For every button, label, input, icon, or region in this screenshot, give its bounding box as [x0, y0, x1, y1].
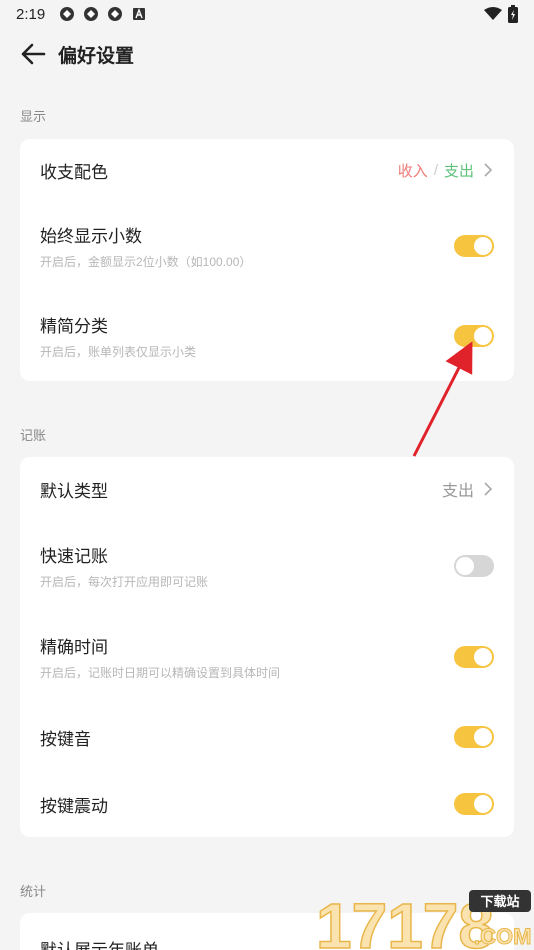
watermark-badge: 下载站: [480, 894, 519, 910]
key-sound-toggle[interactable]: [454, 726, 494, 748]
toggle-knob: [456, 557, 474, 575]
page-title: 偏好设置: [58, 45, 135, 67]
quick-bookkeeping-row: 快速记账 开启后，每次打开应用即可记账: [20, 521, 514, 611]
simple-category-label: 精简分类: [40, 317, 108, 336]
quick-bookkeeping-toggle[interactable]: [454, 555, 494, 577]
precise-time-toggle[interactable]: [454, 646, 494, 668]
precise-time-description: 开启后，记账时日期可以精确设置到具体时间: [40, 666, 281, 680]
arrow-left-icon: [21, 43, 46, 65]
app-notification-icon: [108, 7, 123, 21]
quick-bookkeeping-label: 快速记账: [40, 547, 108, 566]
toggle-knob: [474, 327, 492, 345]
simple-category-row: 精简分类 开启后，账单列表仅显示小类: [20, 291, 514, 381]
battery-icon: [508, 5, 518, 23]
show-decimals-label: 始终显示小数: [40, 227, 142, 246]
key-vibrate-row: 按键震动: [20, 771, 514, 837]
watermark-number: 17178: [316, 890, 494, 950]
show-decimals-toggle[interactable]: [454, 235, 494, 257]
show-decimals-description: 开启后，金额显示2位小数（如100.00）: [40, 255, 252, 269]
show-decimals-row: 始终显示小数 开启后，金额显示2位小数（如100.00）: [20, 201, 514, 291]
expense-color-label: 支出: [443, 162, 474, 180]
simple-category-description: 开启后，账单列表仅显示小类: [40, 345, 197, 359]
color-scheme-row[interactable]: 收支配色 收入 / 支出: [20, 139, 514, 201]
status-bar: 2:19: [0, 0, 534, 28]
key-vibrate-label: 按键震动: [40, 796, 108, 816]
key-sound-label: 按键音: [40, 729, 91, 749]
display-card: 收支配色 收入 / 支出 始终显示小数 开启后，金额显示2位小数（如100.00…: [20, 139, 514, 381]
color-scheme-label: 收支配色: [40, 162, 108, 182]
toggle-knob: [474, 648, 492, 666]
accessibility-notification-icon: [133, 8, 146, 20]
back-button[interactable]: [18, 39, 48, 69]
bookkeeping-card: 默认类型 支出 快速记账 开启后，每次打开应用即可记账 精确时间 开启后，记账时…: [20, 457, 514, 837]
section-label-bookkeeping: 记账: [20, 428, 47, 443]
watermark-logo: 17178 下载站 .COM: [315, 890, 532, 950]
default-type-label: 默认类型: [40, 481, 108, 501]
app-notification-icon: [84, 7, 99, 21]
color-separator: /: [433, 161, 438, 179]
precise-time-label: 精确时间: [40, 638, 108, 657]
app-notification-icon: [60, 7, 75, 21]
quick-bookkeeping-description: 开启后，每次打开应用即可记账: [40, 575, 209, 589]
status-time: 2:19: [16, 5, 46, 23]
simple-category-toggle[interactable]: [454, 325, 494, 347]
key-vibrate-toggle[interactable]: [454, 793, 494, 815]
chevron-right-icon: [484, 482, 493, 496]
app-bar: 偏好设置: [0, 28, 534, 80]
income-color-label: 收入: [397, 162, 428, 180]
toggle-knob: [474, 237, 492, 255]
toggle-knob: [474, 795, 492, 813]
toggle-knob: [474, 728, 492, 746]
default-type-row[interactable]: 默认类型 支出: [20, 457, 514, 521]
watermark-domain: .COM: [474, 924, 531, 949]
key-sound-row: 按键音: [20, 703, 514, 771]
precise-time-row: 精确时间 开启后，记账时日期可以精确设置到具体时间: [20, 611, 514, 703]
wifi-icon: [484, 7, 502, 20]
section-label-display: 显示: [20, 109, 47, 124]
default-type-value: 支出: [441, 483, 474, 500]
chevron-right-icon: [484, 163, 493, 177]
